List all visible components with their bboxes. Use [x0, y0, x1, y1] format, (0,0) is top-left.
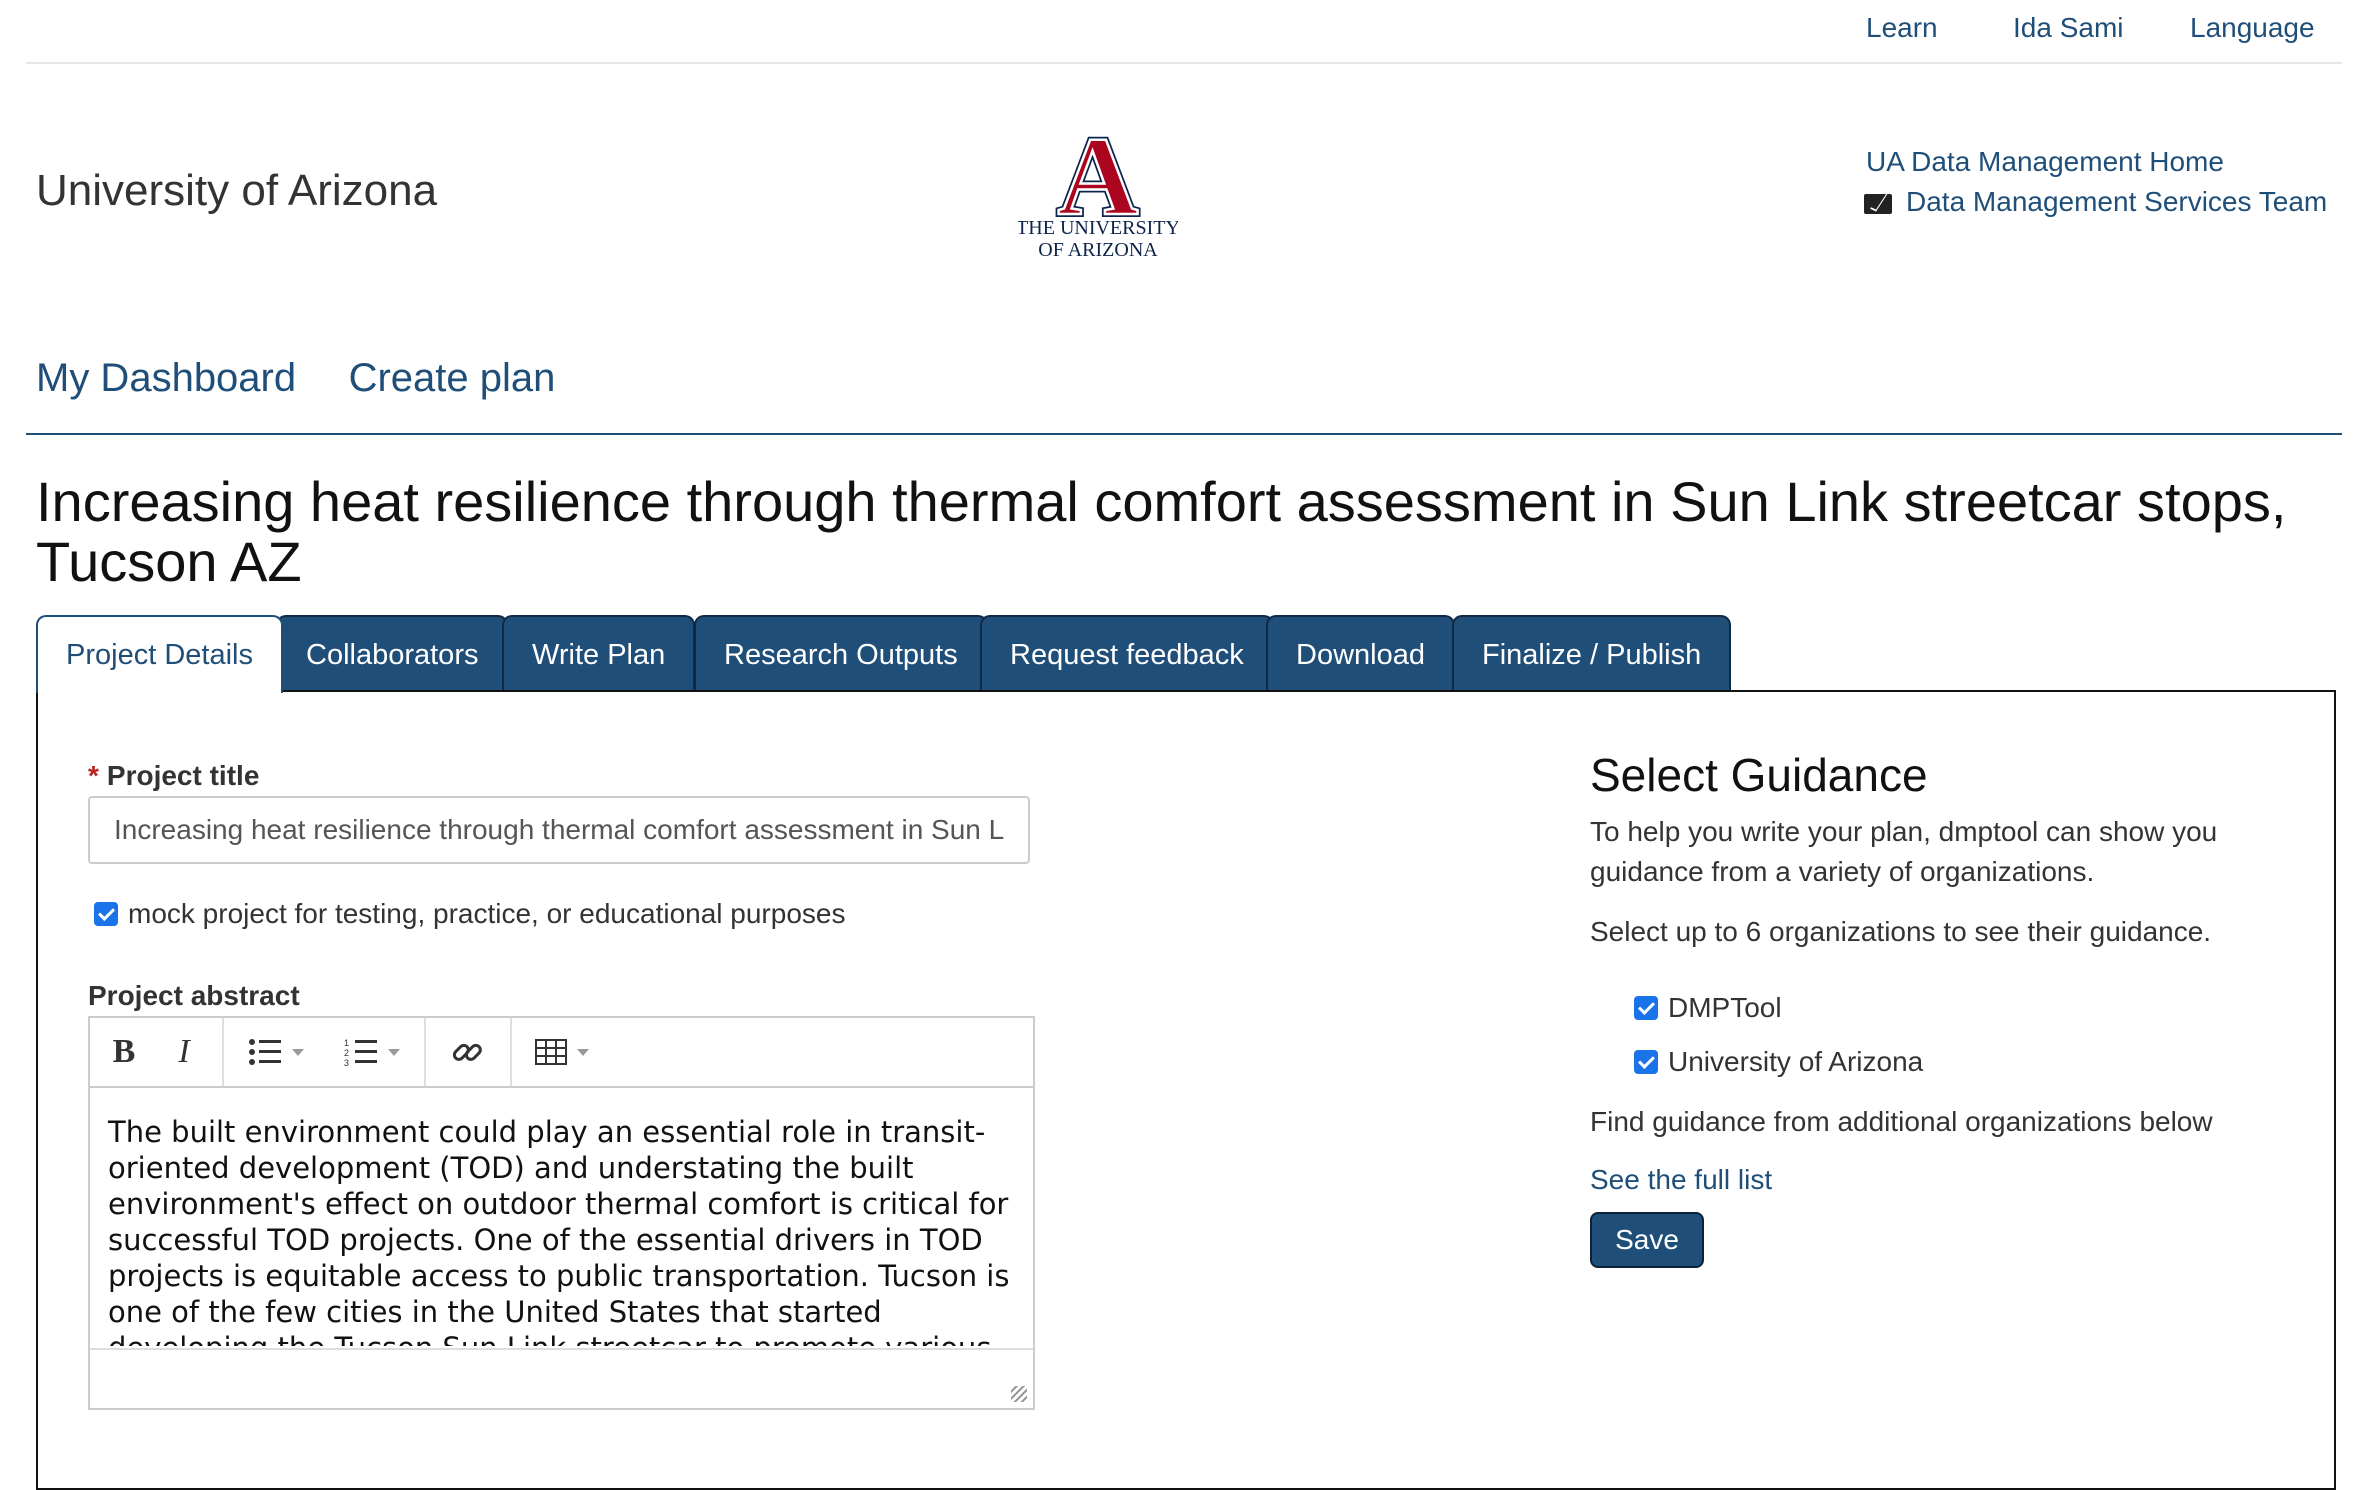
abstract-textarea[interactable]: The built environment could play an esse…: [90, 1088, 1033, 1346]
bullet-list-icon: [249, 1039, 281, 1065]
tab-request-feedback[interactable]: Request feedback: [980, 615, 1274, 691]
toolbar-separator: [510, 1018, 512, 1086]
see-full-list-link[interactable]: See the full list: [1590, 1164, 1772, 1196]
top-utility-bar: Learn Ida Sami Language: [0, 0, 2368, 64]
dmptool-checkbox[interactable]: [1634, 995, 1658, 1020]
link-button[interactable]: [436, 1018, 498, 1086]
dmptool-label: DMPTool: [1668, 991, 1782, 1023]
ua-data-management-home-link[interactable]: UA Data Management Home: [1866, 142, 2327, 182]
tab-write-plan[interactable]: Write Plan: [502, 615, 696, 691]
header-links: UA Data Management Home Data Management …: [1864, 142, 2328, 222]
svg-text:2: 2: [344, 1048, 349, 1058]
abstract-editor: B I 123 The built environment could play…: [88, 1016, 1035, 1410]
tab-finalize-publish[interactable]: Finalize / Publish: [1452, 615, 1732, 691]
project-title-label: * Project title: [88, 760, 259, 792]
project-title-label-text: Project title: [106, 760, 260, 791]
org-name: University of Arizona: [36, 166, 438, 215]
editor-toolbar: B I 123: [90, 1018, 1033, 1088]
link-icon: [452, 1043, 482, 1061]
select-guidance-heading: Select Guidance: [1590, 749, 1928, 801]
guidance-intro: To help you write your plan, dmptool can…: [1590, 816, 2218, 887]
required-marker: *: [88, 760, 99, 791]
table-button[interactable]: [522, 1018, 602, 1086]
mock-project-label: mock project for testing, practice, or e…: [128, 897, 846, 929]
mock-project-option: mock project for testing, practice, or e…: [94, 896, 845, 930]
svg-text:3: 3: [344, 1058, 349, 1067]
project-title-input[interactable]: Increasing heat resilience through therm…: [88, 796, 1030, 864]
top-divider: [26, 62, 2342, 64]
svg-text:1: 1: [344, 1038, 349, 1048]
guidance-option: University of Arizona: [1634, 1044, 1923, 1078]
chevron-down-icon: [388, 1048, 400, 1056]
my-dashboard-link[interactable]: My Dashboard: [36, 356, 296, 400]
mock-project-checkbox[interactable]: [94, 901, 118, 926]
tab-project-details[interactable]: Project Details: [36, 615, 283, 693]
guidance-limit-text: Select up to 6 organizations to see thei…: [1590, 916, 2212, 947]
university-of-arizona-checkbox[interactable]: [1634, 1049, 1658, 1074]
tab-collaborators[interactable]: Collaborators: [276, 615, 509, 691]
bullet-list-button[interactable]: [236, 1018, 316, 1086]
data-management-team-label: Data Management Services Team: [1906, 186, 2328, 217]
create-plan-link[interactable]: Create plan: [349, 356, 556, 400]
page-title: Increasing heat resilience through therm…: [36, 470, 2287, 593]
tab-download[interactable]: Download: [1266, 615, 1455, 691]
table-icon: [535, 1039, 567, 1065]
resize-handle[interactable]: [1011, 1386, 1027, 1402]
data-management-team-link[interactable]: Data Management Services Team: [1864, 182, 2328, 222]
tab-research-outputs[interactable]: Research Outputs: [694, 615, 988, 691]
chevron-down-icon: [577, 1048, 589, 1056]
nav-divider: [26, 433, 2342, 435]
university-of-arizona-label: University of Arizona: [1668, 1045, 1924, 1077]
editor-statusbar: [90, 1348, 1033, 1408]
main-nav: My Dashboard Create plan: [36, 356, 603, 401]
numbered-list-button[interactable]: 123: [332, 1018, 412, 1086]
italic-button[interactable]: I: [164, 1018, 204, 1086]
learn-link[interactable]: Learn: [1866, 12, 1938, 44]
language-link[interactable]: Language: [2190, 12, 2315, 44]
numbered-list-icon: 123: [344, 1038, 377, 1067]
toolbar-separator: [222, 1018, 224, 1086]
save-button[interactable]: Save: [1590, 1212, 1704, 1268]
bold-button[interactable]: B: [104, 1018, 144, 1086]
university-logo: A A THE UNIVERSITY OF ARIZONA: [1018, 118, 1178, 261]
logo-line1: THE UNIVERSITY: [1018, 217, 1178, 239]
guidance-option: DMPTool: [1634, 990, 1782, 1024]
toolbar-separator: [424, 1018, 426, 1086]
find-more-text: Find guidance from additional organizati…: [1590, 1106, 2213, 1137]
envelope-icon: [1864, 193, 1892, 214]
project-abstract-label: Project abstract: [88, 980, 300, 1011]
user-menu-link[interactable]: Ida Sami: [2013, 12, 2124, 44]
chevron-down-icon: [292, 1048, 304, 1056]
logo-line2: OF ARIZONA: [1038, 239, 1158, 261]
